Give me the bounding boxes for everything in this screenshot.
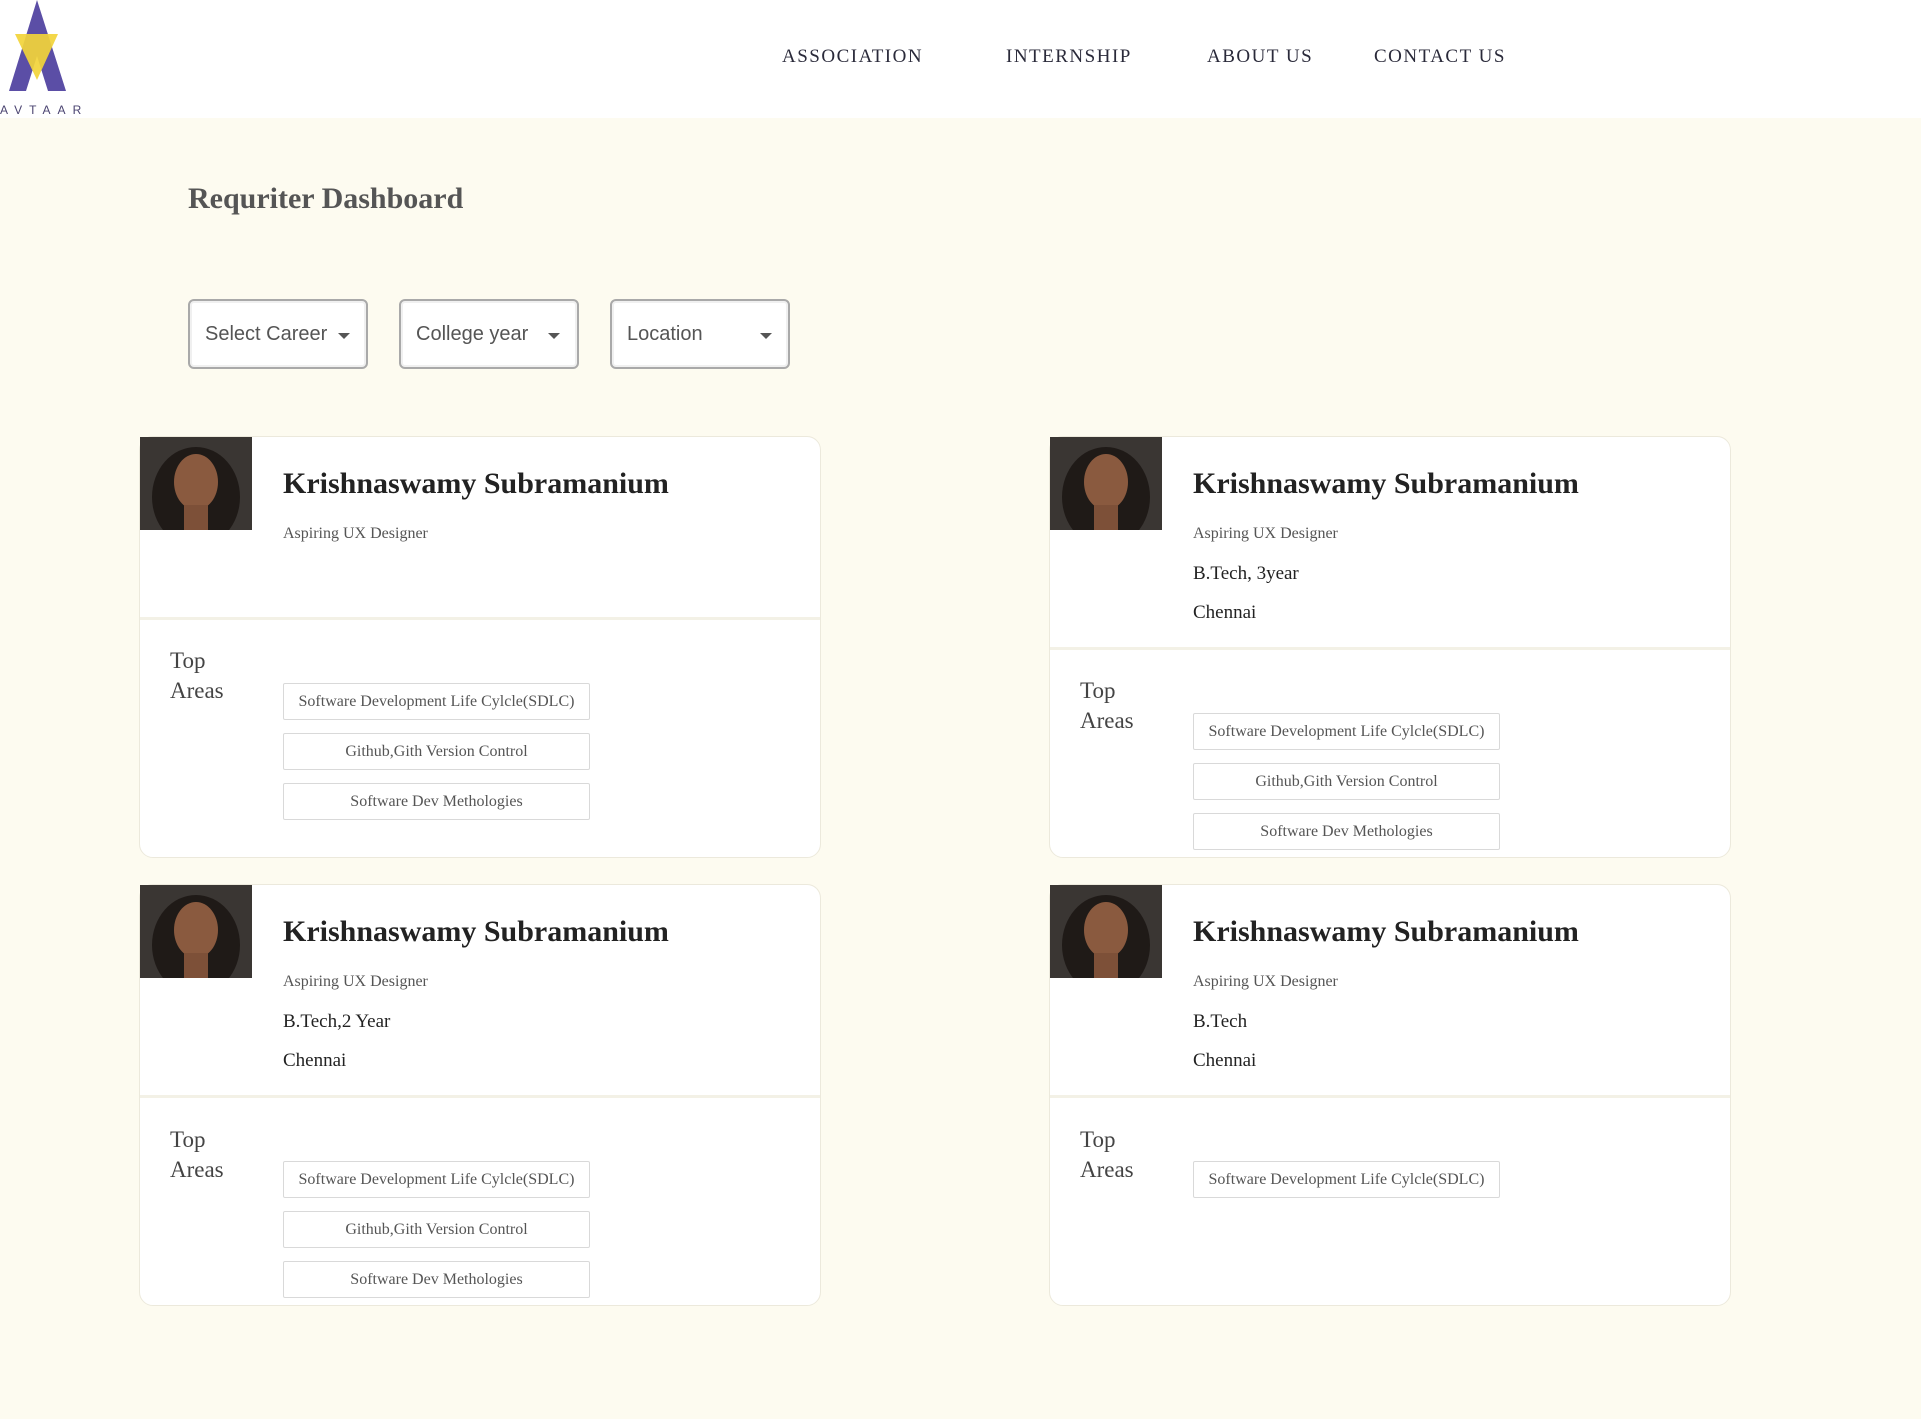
skill-tag[interactable]: Software Development Life Cylcle(SDLC) [283,683,590,720]
chevron-down-icon [338,333,350,339]
candidate-role: Aspiring UX Designer [283,973,428,990]
college-year-select[interactable]: College year [399,299,579,369]
skill-tag[interactable]: Software Dev Methologies [283,783,590,820]
top-areas-label: Top Areas [1080,1127,1134,1182]
nav-about-us[interactable]: ABOUT US [1207,46,1313,68]
candidate-name: Krishnaswamy Subramanium [1193,467,1579,500]
avatar [1050,437,1162,530]
skill-tag[interactable]: Github,Gith Version Control [283,733,590,770]
location-select-label: Location [627,323,703,345]
candidate-card[interactable]: Krishnaswamy Subramanium Aspiring UX Des… [1049,436,1731,858]
candidate-name: Krishnaswamy Subramanium [283,467,669,500]
skill-tag-list: Software Development Life Cylcle(SDLC) G… [1193,713,1500,863]
candidate-role: Aspiring UX Designer [283,525,428,542]
skill-tag[interactable]: Software Development Life Cylcle(SDLC) [1193,713,1500,750]
chevron-down-icon [548,333,560,339]
candidate-degree: B.Tech,2 Year [283,1011,391,1032]
location-select[interactable]: Location [610,299,790,369]
candidate-name: Krishnaswamy Subramanium [283,915,669,948]
candidate-name: Krishnaswamy Subramanium [1193,915,1579,948]
skill-tag[interactable]: Github,Gith Version Control [283,1211,590,1248]
avatar [140,437,252,530]
candidate-location: Chennai [1193,602,1257,623]
top-areas-label: Top Areas [170,648,224,703]
brand-logo[interactable]: AVTAAR [0,0,81,120]
candidate-degree: B.Tech [1193,1011,1248,1032]
top-areas-label: Top Areas [170,1127,224,1182]
skill-tag-list: Software Development Life Cylcle(SDLC) G… [283,683,590,833]
career-select[interactable]: Select Career [188,299,368,369]
career-select-label: Select Career [205,323,328,345]
card-divider [140,1095,820,1098]
skill-tag-list: Software Development Life Cylcle(SDLC) G… [283,1161,590,1311]
card-divider [1050,1095,1730,1098]
skill-tag-list: Software Development Life Cylcle(SDLC) [1193,1161,1500,1211]
brand-name: AVTAAR [0,103,89,117]
skill-tag[interactable]: Github,Gith Version Control [1193,763,1500,800]
nav-association[interactable]: ASSOCIATION [782,46,923,68]
chevron-down-icon [760,333,772,339]
college-year-select-label: College year [416,323,529,345]
logo-mark-icon [9,0,66,91]
top-header: AVTAAR ASSOCIATION INTERNSHIP ABOUT US C… [0,0,1921,118]
skill-tag[interactable]: Software Dev Methologies [1193,813,1500,850]
page-title: Requriter Dashboard [188,182,464,215]
avatar [1050,885,1162,978]
card-divider [140,617,820,620]
skill-tag[interactable]: Software Development Life Cylcle(SDLC) [1193,1161,1500,1198]
candidate-card[interactable]: Krishnaswamy Subramanium Aspiring UX Des… [139,436,821,858]
avatar [140,885,252,978]
candidate-location: Chennai [283,1050,347,1071]
candidate-location: Chennai [1193,1050,1257,1071]
nav-contact-us[interactable]: CONTACT US [1374,46,1506,68]
top-areas-label: Top Areas [1080,678,1134,733]
nav-internship[interactable]: INTERNSHIP [1006,46,1132,68]
candidate-role: Aspiring UX Designer [1193,525,1338,542]
candidate-role: Aspiring UX Designer [1193,973,1338,990]
candidate-degree: B.Tech, 3year [1193,563,1299,584]
candidate-card[interactable]: Krishnaswamy Subramanium Aspiring UX Des… [139,884,821,1306]
skill-tag[interactable]: Software Development Life Cylcle(SDLC) [283,1161,590,1198]
skill-tag[interactable]: Software Dev Methologies [283,1261,590,1298]
candidate-card[interactable]: Krishnaswamy Subramanium Aspiring UX Des… [1049,884,1731,1306]
card-divider [1050,647,1730,650]
